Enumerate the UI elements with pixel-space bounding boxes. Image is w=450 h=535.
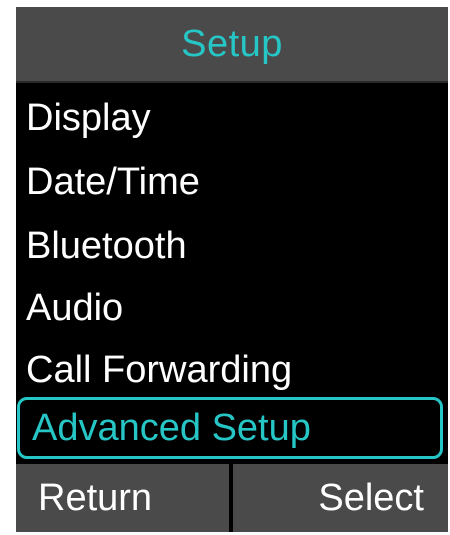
return-button[interactable]: Return [16, 464, 229, 532]
menu-item-label: Date/Time [26, 161, 200, 203]
menu-item-audio[interactable]: Audio [16, 277, 448, 339]
softkey-bar: Return Select [16, 464, 448, 532]
phone-screen: Setup Display Date/Time Bluetooth Audio … [16, 7, 448, 532]
select-button[interactable]: Select [233, 464, 448, 532]
menu-item-label: Display [26, 97, 151, 139]
select-button-label: Select [318, 476, 424, 519]
menu-item-display[interactable]: Display [16, 87, 448, 149]
return-button-label: Return [38, 476, 153, 519]
menu-item-call-forwarding[interactable]: Call Forwarding [16, 339, 448, 401]
menu-item-bluetooth[interactable]: Bluetooth [16, 215, 448, 277]
menu-item-label: Call Forwarding [26, 349, 293, 391]
page-title: Setup [181, 22, 283, 65]
menu-item-label: Advanced Setup [32, 407, 311, 449]
title-bar: Setup [16, 7, 448, 83]
menu-item-label: Bluetooth [26, 225, 187, 267]
menu-item-date-time[interactable]: Date/Time [16, 151, 448, 213]
menu-item-advanced-setup[interactable]: Advanced Setup [17, 397, 443, 459]
menu-item-label: Audio [26, 287, 124, 329]
